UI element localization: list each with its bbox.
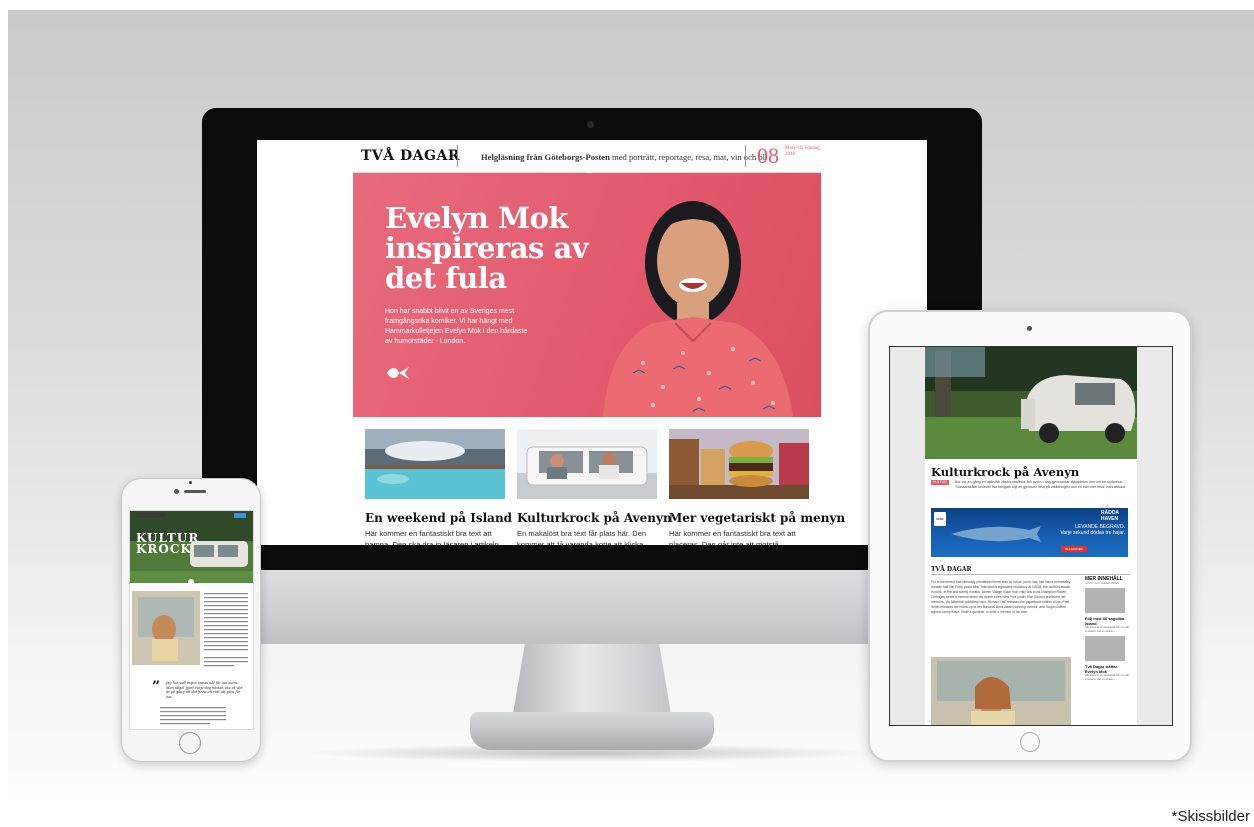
sidebar-item-text: Här kommer en fantastiskt bra text där v… xyxy=(1085,626,1130,633)
arrow-right-icon[interactable] xyxy=(385,365,413,381)
sidebar-thumbnail[interactable] xyxy=(1085,588,1125,613)
masthead-divider xyxy=(745,145,746,167)
tagline-bold: Helgläsning från Göteborgs-Posten xyxy=(481,152,610,162)
imac-screen: TVÅ DAGAR Helgläsning från Göteborgs-Pos… xyxy=(257,140,927,545)
card-title[interactable]: Kulturkrock på Avenyn xyxy=(517,511,672,525)
sidebar-item-text: Här kommer en fantastiskt bra text där v… xyxy=(1085,674,1130,681)
card-title[interactable]: En weekend på Island xyxy=(365,511,512,525)
hero-title[interactable]: Evelyn Mok inspireras av det fula xyxy=(385,203,595,293)
sidebar-thumbnail[interactable] xyxy=(1085,636,1125,662)
wwf-logo: WWF xyxy=(934,512,946,526)
ad-text: LEVANDE BEGRAVD. Varje sekund dödas tre … xyxy=(1039,524,1125,536)
tablet-masthead-logo[interactable]: TVÅ DAGAR xyxy=(931,566,972,573)
masthead-divider xyxy=(457,145,458,167)
burger-photo xyxy=(669,429,809,499)
car-people-photo xyxy=(517,429,657,499)
card-text: Här kommer en fantastiskt bra text att p… xyxy=(669,529,796,545)
disclaimer-text: *Skissbilder xyxy=(1171,808,1250,825)
camera-icon xyxy=(174,489,179,494)
ad-line-2: Varje sekund dödas tre hajar. xyxy=(1060,530,1125,536)
left-border xyxy=(0,0,8,827)
hot-spring-photo xyxy=(365,429,505,499)
wwf-ad-banner[interactable]: WWF RÄDDA HAVEN LEVANDE BEGRAVD. Varje s… xyxy=(931,508,1128,557)
tablet-lead-text: Bor var en gång en utländsk vårdcentrall… xyxy=(955,480,1127,489)
category-tag[interactable]: KULTUR xyxy=(931,480,949,485)
issue-date: Mars-vår Söndag, 2018 xyxy=(785,146,821,157)
sidebar-item-title[interactable]: Följ med till sagolika Island xyxy=(1085,616,1131,626)
tablet-article-title[interactable]: Kulturkrock på Avenyn xyxy=(931,465,1079,479)
speaker-icon xyxy=(184,490,206,493)
article-card[interactable]: En weekend på Island Här kommer en fanta… xyxy=(365,429,512,545)
phone-screen: KULTUR KROCK ” Jag har valt ingen annan … xyxy=(129,510,254,730)
tablet-body-text: For a movement that famously proclaimed … xyxy=(931,580,1071,614)
camera-icon xyxy=(1027,326,1032,331)
card-text: Här kommer en fantastiskt bra text att h… xyxy=(365,529,501,545)
phone-device: KULTUR KROCK ” Jag har valt ingen annan … xyxy=(121,478,261,762)
home-button[interactable] xyxy=(179,732,201,754)
ad-cta-button[interactable]: BLI FADDER xyxy=(1061,546,1087,552)
top-border xyxy=(0,0,1254,10)
hero-banner[interactable]: Evelyn Mok inspireras av det fula Hon ha… xyxy=(353,173,821,417)
site-logo[interactable]: TVÅ DAGAR xyxy=(361,148,460,164)
phone-article-title[interactable]: KULTUR KROCK xyxy=(136,532,198,555)
sidebar-item-title[interactable]: Två Dagar träffar Evelyn Mok xyxy=(1085,664,1131,674)
more-content-sidebar: MER INNEHÅLL LÄSTA: ALLT ANDER SIDAN Föl… xyxy=(1085,576,1131,681)
tablet-body-photo xyxy=(931,657,1071,725)
website-preview: TVÅ DAGAR Helgläsning från Göteborgs-Pos… xyxy=(353,140,845,545)
imac-stand-neck xyxy=(512,644,672,720)
imac-stand-base xyxy=(470,712,714,750)
issue-day-number: 08 xyxy=(757,143,779,168)
article-card[interactable]: Kulturkrock på Avenyn En makalöst bra te… xyxy=(517,429,672,545)
bottom-border xyxy=(0,800,1254,827)
article-card[interactable]: Mer vegetariskt på menyn Här kommer en f… xyxy=(669,429,845,545)
camera-icon xyxy=(587,121,594,128)
phone-pull-quote: Jag har valt ingen annan idé för oss men… xyxy=(166,681,243,699)
sidebar-subtitle: LÄSTA: ALLT ANDER SIDAN xyxy=(1085,582,1119,585)
tablet-page: Kulturkrock på Avenyn KULTUR Bor var en … xyxy=(925,347,1137,725)
quote-icon: ” xyxy=(152,679,161,695)
tablet-device: Kulturkrock på Avenyn KULTUR Bor var en … xyxy=(868,310,1192,762)
card-title[interactable]: Mer vegetariskt på menyn xyxy=(669,511,845,525)
divider xyxy=(931,574,1131,575)
tablet-hero-photo xyxy=(925,347,1137,459)
tablet-screen: Kulturkrock på Avenyn KULTUR Bor var en … xyxy=(889,346,1173,726)
ad-title: RÄDDA HAVEN xyxy=(1101,510,1119,522)
article-cards: En weekend på Island Här kommer en fanta… xyxy=(353,417,845,545)
sensor-icon xyxy=(189,481,192,484)
hero-description: Hon har snabbt blivit en av Sveriges mes… xyxy=(385,308,528,345)
tagline-rest: med porträtt, reportage, resa, mat, vin … xyxy=(609,152,766,162)
masthead: TVÅ DAGAR Helgläsning från Göteborgs-Pos… xyxy=(353,140,821,176)
masthead-tagline: Helgläsning från Göteborgs-Posten med po… xyxy=(481,152,765,162)
home-button[interactable] xyxy=(1020,732,1040,752)
card-text: En makalöst bra text får plats här. Den … xyxy=(517,529,647,545)
